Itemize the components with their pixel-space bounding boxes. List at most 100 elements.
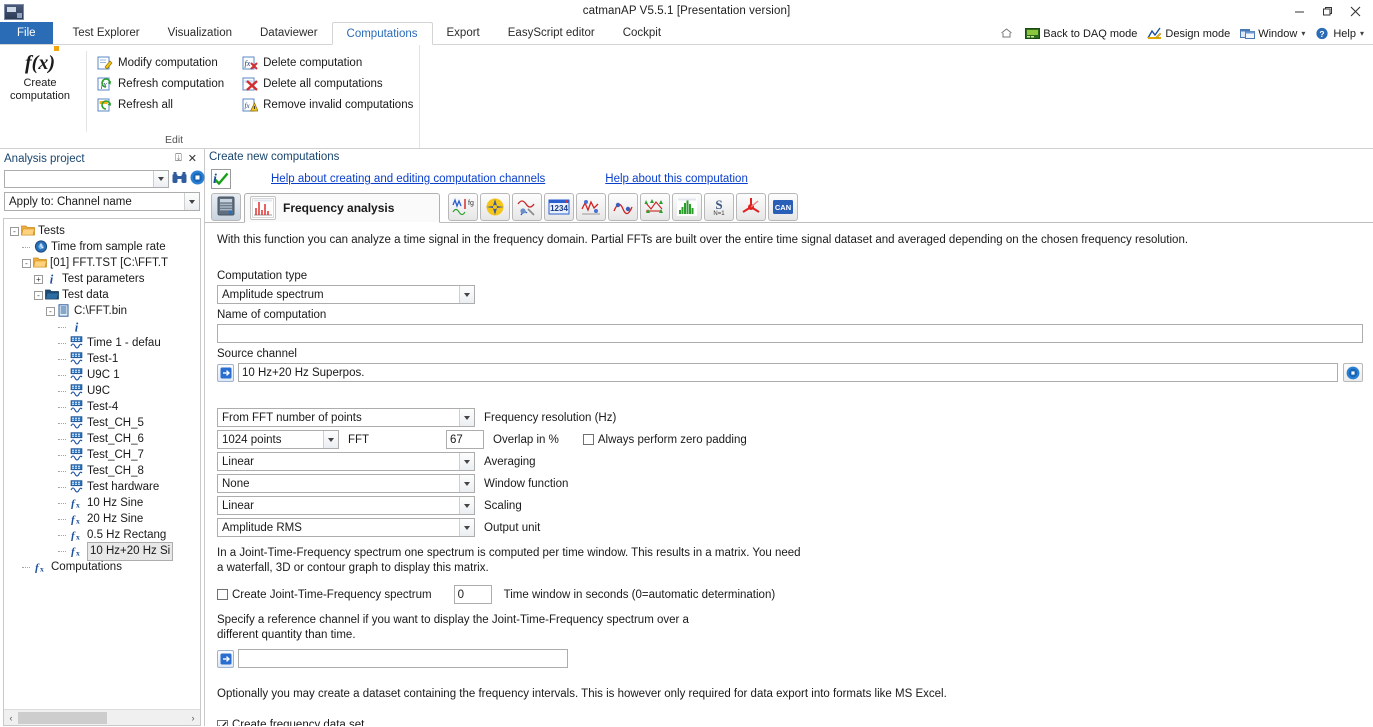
reference-channel-browse-button[interactable] <box>217 649 234 668</box>
scroll-track[interactable] <box>18 711 186 724</box>
ribbon-tab-easyscript-editor[interactable]: EasyScript editor <box>494 22 609 44</box>
fft-points-select[interactable]: 1024 points <box>217 430 339 449</box>
computation-type-arrow[interactable] <box>459 286 474 303</box>
tree-item[interactable]: f x Computations <box>6 559 200 575</box>
refresh-computation-button[interactable]: fx Refresh computation <box>93 74 230 94</box>
time-window-input[interactable] <box>453 585 492 604</box>
home-button[interactable] <box>995 27 1020 40</box>
output-unit-select[interactable]: Amplitude RMS <box>217 518 475 537</box>
modify-computation-button[interactable]: Modify computation <box>93 53 230 73</box>
window-menu-button[interactable]: Window ▾ <box>1235 27 1310 40</box>
tree-item[interactable]: Test_CH_5 <box>6 415 200 431</box>
ribbon-tab-visualization[interactable]: Visualization <box>154 22 246 44</box>
help-this-computation-link[interactable]: Help about this computation <box>605 173 748 185</box>
tab-can-bus[interactable]: CAN <box>768 193 798 221</box>
frequency-resolution-select[interactable]: From FFT number of points <box>217 408 475 427</box>
help-menu-button[interactable]: ? Help ▾ <box>1310 27 1369 40</box>
name-of-computation-input[interactable] <box>217 324 1363 343</box>
ribbon-tab-computations[interactable]: Computations <box>331 22 433 45</box>
info-button[interactable]: i <box>208 170 222 188</box>
remove-invalid-computations-button[interactable]: fx Remove invalid computations <box>238 95 419 115</box>
create-jtf-spectrum-checkbox[interactable] <box>217 589 228 600</box>
ribbon-tab-test-explorer[interactable]: Test Explorer <box>59 22 154 44</box>
pin-icon[interactable]: ⍗ <box>172 152 185 165</box>
go-button[interactable] <box>190 170 205 188</box>
ribbon-tab-file[interactable]: File <box>0 22 53 44</box>
tree-collapse-toggle[interactable]: - <box>46 306 55 316</box>
create-frequency-dataset-checkbox[interactable] <box>217 719 228 726</box>
delete-all-computations-button[interactable]: Delete all computations <box>238 74 419 94</box>
apply-to-select[interactable]: Apply to: Channel name <box>4 192 200 211</box>
output-unit-arrow[interactable] <box>459 519 474 536</box>
create-computation-button[interactable]: f(x) Create computation <box>0 46 80 148</box>
tab-frequency-analysis[interactable]: Frequency analysis <box>244 193 440 223</box>
source-channel-info-button[interactable] <box>1343 363 1363 382</box>
tab-yellow-star[interactable] <box>480 193 510 221</box>
source-channel-browse-button[interactable] <box>217 363 234 382</box>
tree-item[interactable]: Test-4 <box>6 399 200 415</box>
zero-padding-checkbox-row[interactable]: Always perform zero padding <box>582 434 747 446</box>
averaging-select[interactable]: Linear <box>217 452 475 471</box>
tab-smoothing[interactable] <box>608 193 638 221</box>
tree-horizontal-scrollbar[interactable]: ‹ › <box>4 709 200 725</box>
frequency-resolution-arrow[interactable] <box>459 409 474 426</box>
tree-item[interactable]: Test_CH_6 <box>6 431 200 447</box>
reference-channel-input[interactable] <box>238 649 568 668</box>
search-combo-arrow[interactable] <box>153 171 168 187</box>
tab-classify[interactable] <box>640 193 670 221</box>
tree-item[interactable]: Time from sample rate <box>6 239 200 255</box>
minimize-button[interactable] <box>1285 2 1313 20</box>
computation-list-tab[interactable] <box>211 193 241 221</box>
ribbon-tab-cockpit[interactable]: Cockpit <box>609 22 675 44</box>
tree-item[interactable]: i <box>6 319 200 335</box>
tree-item[interactable]: + i Test parameters <box>6 271 200 287</box>
ribbon-tab-dataviewer[interactable]: Dataviewer <box>246 22 332 44</box>
tree-item[interactable]: Test hardware <box>6 479 200 495</box>
tab-signal-filter[interactable]: fg <box>448 193 478 221</box>
tab-histogram[interactable] <box>672 193 702 221</box>
scroll-thumb[interactable] <box>18 711 108 724</box>
tree-item[interactable]: U9C 1 <box>6 367 200 383</box>
project-tree[interactable]: - Tests Time from sample rate - [01] FFT.TST… <box>4 219 200 575</box>
tree-item[interactable]: - C:\FFT.bin <box>6 303 200 319</box>
tab-statistics[interactable] <box>576 193 606 221</box>
search-input[interactable] <box>5 171 153 187</box>
zero-padding-checkbox[interactable] <box>582 434 594 445</box>
tree-item[interactable]: Test_CH_7 <box>6 447 200 463</box>
back-to-daq-mode-button[interactable]: Back to DAQ mode <box>1020 27 1142 40</box>
tree-item[interactable]: U9C <box>6 383 200 399</box>
computation-type-select[interactable]: Amplitude spectrum <box>217 285 475 304</box>
tree-item[interactable]: f x 10 Hz Sine <box>6 495 200 511</box>
tab-s-value[interactable]: S N=1 <box>704 193 734 221</box>
tree-collapse-toggle[interactable]: - <box>22 258 31 268</box>
fft-points-arrow[interactable] <box>323 431 338 448</box>
tree-item[interactable]: - [01] FFT.TST [C:\FFT.T <box>6 255 200 271</box>
tree-item[interactable]: Time 1 - defau <box>6 335 200 351</box>
source-channel-input[interactable] <box>238 363 1338 382</box>
tree-collapse-toggle[interactable]: - <box>34 290 43 300</box>
design-mode-button[interactable]: Design mode <box>1142 27 1235 40</box>
averaging-arrow[interactable] <box>459 453 474 470</box>
tree-item[interactable]: f x 10 Hz+20 Hz Si <box>6 541 200 561</box>
search-combo[interactable] <box>4 170 169 188</box>
close-icon[interactable]: ✕ <box>185 152 200 165</box>
tree-item[interactable]: Test_CH_8 <box>6 463 200 479</box>
window-function-select[interactable]: None <box>217 474 475 493</box>
delete-computation-button[interactable]: fx Delete computation <box>238 53 419 73</box>
find-button[interactable] <box>172 170 187 188</box>
tree-collapse-toggle[interactable]: - <box>10 226 19 236</box>
close-button[interactable] <box>1341 2 1369 20</box>
apply-to-arrow[interactable] <box>184 193 199 210</box>
tree-item[interactable]: - Tests <box>6 223 200 239</box>
tree-item[interactable]: Test-1 <box>6 351 200 367</box>
restore-button[interactable] <box>1313 2 1341 20</box>
window-function-arrow[interactable] <box>459 475 474 492</box>
help-creating-channels-link[interactable]: Help about creating and editing computat… <box>271 173 545 185</box>
tree-expand-toggle[interactable]: + <box>34 274 43 284</box>
scroll-left-arrow[interactable]: ‹ <box>4 713 18 723</box>
tree-item[interactable]: f x 20 Hz Sine <box>6 511 200 527</box>
tab-counter-1234[interactable]: 1234 <box>544 193 574 221</box>
tab-rosette[interactable] <box>736 193 766 221</box>
scaling-select[interactable]: Linear <box>217 496 475 515</box>
ribbon-tab-export[interactable]: Export <box>433 22 494 44</box>
